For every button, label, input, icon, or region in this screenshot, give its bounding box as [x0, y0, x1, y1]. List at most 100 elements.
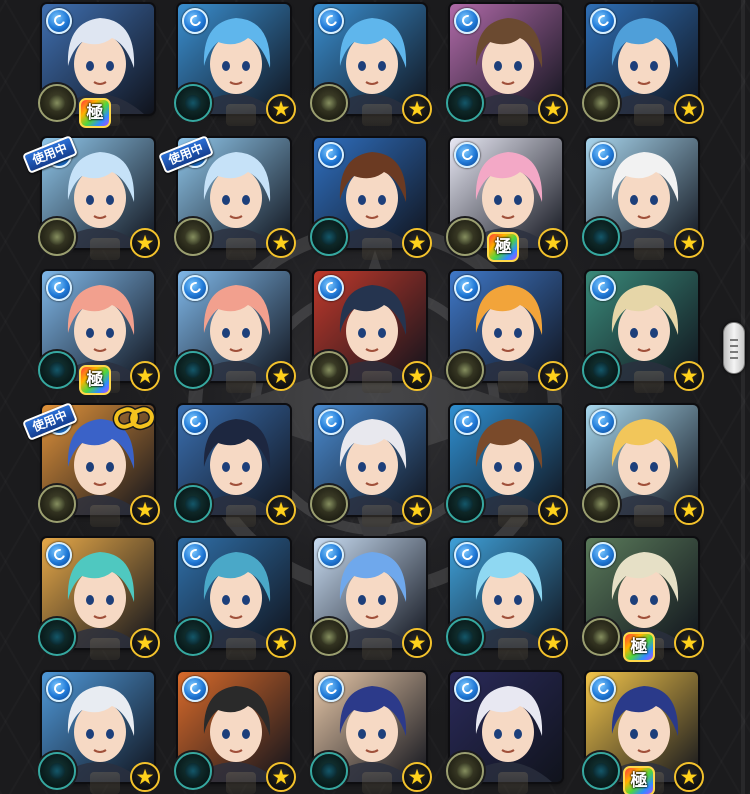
rank-badge-icon — [498, 771, 528, 794]
luck-skill-slot-icon — [582, 751, 620, 790]
monster-card[interactable]: ★ — [38, 538, 160, 663]
rank-badge-icon — [226, 104, 256, 126]
monster-card[interactable]: ★ — [174, 404, 296, 530]
rank-badge-icon — [634, 504, 664, 527]
monster-card[interactable] — [446, 671, 566, 794]
luck-skill-slot-icon — [582, 217, 620, 256]
luck-skill-slot-icon — [38, 84, 76, 122]
rank-badge-icon — [226, 638, 256, 661]
rank-badge-icon — [226, 504, 256, 527]
gold-star-icon: ★ — [130, 227, 160, 258]
rank-badge-icon — [498, 371, 528, 394]
water-orb-icon — [590, 408, 616, 435]
monster-card[interactable]: ★ 使用中 — [21, 134, 160, 263]
monster-card[interactable]: 極 ★ — [38, 271, 160, 396]
monster-card[interactable]: ★ — [310, 671, 432, 794]
water-orb-icon — [590, 141, 616, 168]
gold-star-icon: ★ — [402, 361, 432, 392]
gold-star-icon: ★ — [266, 227, 296, 258]
water-orb-icon — [182, 675, 208, 702]
monster-card[interactable]: ★ — [446, 4, 568, 129]
monster-card[interactable]: ★ 使用中 — [157, 134, 296, 263]
monster-card[interactable]: ★ — [582, 404, 704, 530]
monster-card[interactable]: ★ — [174, 4, 296, 129]
gold-star-icon: ★ — [538, 227, 568, 258]
gold-star-icon: ★ — [674, 361, 704, 392]
rank-badge-icon — [498, 104, 528, 126]
kiwami-badge: 極 — [623, 765, 655, 794]
rank-badge-icon — [90, 638, 120, 661]
kiwami-badge: 極 — [79, 98, 111, 128]
rank-badge-icon — [362, 371, 392, 394]
rank-badge-icon — [226, 237, 256, 260]
monster-card[interactable]: ★ — [174, 538, 296, 663]
monster-card[interactable]: ★ — [582, 137, 704, 263]
luck-skill-slot-icon — [174, 751, 212, 790]
water-orb-icon — [46, 275, 72, 302]
luck-skill-slot-icon — [446, 84, 484, 122]
monster-card[interactable]: 極 ★ — [582, 538, 704, 663]
water-orb-icon — [318, 275, 344, 302]
gold-star-icon: ★ — [130, 628, 160, 659]
monster-card[interactable]: ★ — [446, 271, 568, 396]
monster-card[interactable]: 極 — [38, 4, 158, 129]
gold-star-icon: ★ — [674, 494, 704, 525]
gold-star-icon: ★ — [130, 761, 160, 792]
luck-skill-slot-icon — [174, 84, 212, 122]
scrollbar-track[interactable] — [741, 0, 745, 794]
luck-skill-slot-icon — [38, 484, 76, 523]
monster-card[interactable]: ★ — [582, 4, 704, 129]
rank-badge-icon — [362, 771, 392, 794]
luck-skill-slot-icon — [582, 618, 620, 657]
water-orb-icon — [318, 141, 344, 168]
monster-card[interactable]: ★ — [310, 137, 432, 263]
gold-star-icon: ★ — [130, 494, 160, 525]
rank-badge-icon — [634, 371, 664, 394]
gold-star-icon: ★ — [674, 761, 704, 792]
rank-badge-icon — [226, 771, 256, 794]
monster-card[interactable]: ★ — [310, 4, 432, 129]
gold-star-icon: ★ — [266, 494, 296, 525]
scrollbar-thumb[interactable] — [723, 322, 745, 374]
monster-card[interactable]: ★ — [38, 671, 160, 794]
monster-card[interactable]: ★ — [174, 271, 296, 396]
monster-card[interactable]: ★ — [582, 271, 704, 396]
gold-star-icon: ★ — [130, 361, 160, 392]
monster-card[interactable]: 極 ★ — [582, 671, 704, 794]
monster-card[interactable]: ★ 使用中 — [21, 401, 160, 530]
water-orb-icon — [454, 408, 480, 435]
gold-star-icon: ★ — [402, 494, 432, 525]
chain-link-icon — [112, 405, 156, 430]
gold-star-icon: ★ — [538, 361, 568, 392]
rank-badge-icon — [498, 504, 528, 527]
monster-card[interactable]: ★ — [446, 538, 568, 663]
luck-skill-slot-icon — [310, 84, 348, 122]
gold-star-icon: ★ — [266, 361, 296, 392]
monster-card[interactable]: ★ — [310, 538, 432, 663]
rank-badge-icon — [226, 371, 256, 394]
monster-card[interactable]: ★ — [310, 271, 432, 396]
kiwami-badge: 極 — [487, 231, 519, 262]
luck-skill-slot-icon — [310, 484, 348, 523]
rank-badge-icon — [362, 104, 392, 126]
water-orb-icon — [318, 408, 344, 435]
water-orb-icon — [454, 675, 480, 702]
water-orb-icon — [182, 275, 208, 302]
rank-badge-icon — [498, 638, 528, 661]
luck-skill-slot-icon — [446, 484, 484, 523]
monster-card[interactable]: 極 ★ — [446, 137, 568, 263]
rank-badge-icon — [362, 237, 392, 260]
monster-card[interactable]: ★ — [310, 404, 432, 530]
luck-skill-slot-icon — [582, 484, 620, 523]
water-orb-icon — [318, 8, 344, 34]
water-orb-icon — [590, 275, 616, 302]
rank-badge-icon — [362, 504, 392, 527]
monster-card[interactable]: ★ — [174, 671, 296, 794]
luck-skill-slot-icon — [582, 84, 620, 122]
water-orb-icon — [454, 275, 480, 302]
monster-card[interactable]: ★ — [446, 404, 568, 530]
luck-skill-slot-icon — [446, 351, 484, 390]
gold-star-icon: ★ — [402, 628, 432, 659]
luck-skill-slot-icon — [174, 484, 212, 523]
rank-badge-icon — [90, 771, 120, 794]
